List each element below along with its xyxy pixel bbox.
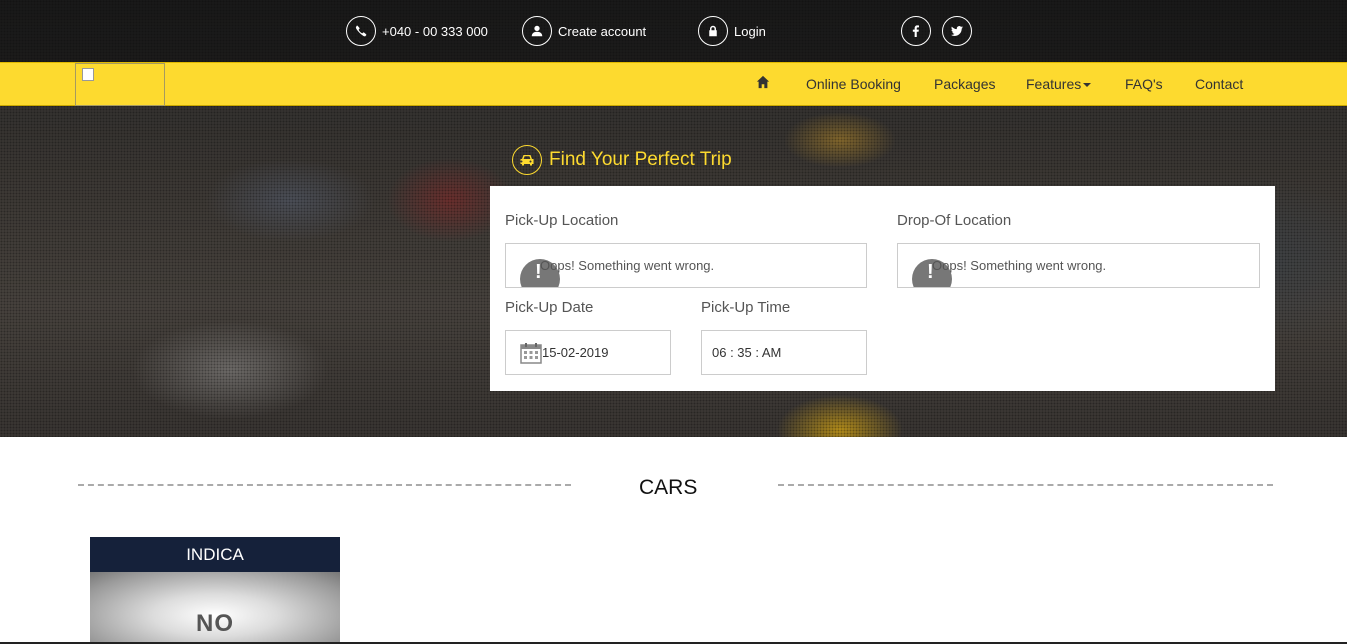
car-name: INDICA [90,537,340,572]
pickup-map-error: Oops! Something went wrong. [540,258,715,273]
section-divider-right [778,484,1273,486]
nav-features[interactable]: Features [1026,76,1092,92]
twitter-link[interactable] [942,16,978,46]
dropoff-location-field[interactable]: Oops! Something went wrong. [897,243,1260,288]
topbar: +040 - 00 333 000 Create account Login [0,0,1347,62]
booking-form: Pick-Up Location Oops! Something went wr… [490,186,1275,391]
lock-icon [698,16,728,46]
nav-contact[interactable]: Contact [1195,76,1243,92]
pickup-time-field[interactable]: 06 : 35 : AM [701,330,867,375]
facebook-link[interactable] [901,16,937,46]
car-image: NO [90,572,340,644]
user-icon [522,16,552,46]
phone-number: +040 - 00 333 000 [382,23,488,39]
pickup-location-label: Pick-Up Location [505,212,619,229]
dropoff-map-error: Oops! Something went wrong. [932,258,1107,273]
pickup-time-label: Pick-Up Time [701,299,791,316]
pickup-date-label: Pick-Up Date [505,299,594,316]
phone-icon [346,16,376,46]
pickup-date-value: 15-02-2019 [542,345,609,360]
pickup-location-field[interactable]: Oops! Something went wrong. [505,243,867,288]
booking-heading: Find Your Perfect Trip [512,145,732,175]
nav-packages[interactable]: Packages [934,76,995,92]
pickup-time-value: 06 : 35 : AM [712,345,782,360]
create-account-link[interactable]: Create account [522,16,646,46]
cars-section-title: CARS [639,476,698,499]
dropoff-location-label: Drop-Of Location [897,212,1012,229]
login-link[interactable]: Login [698,16,766,46]
pickup-date-field[interactable]: 15-02-2019 [505,330,671,375]
site-logo[interactable] [75,63,165,106]
calendar-icon [520,342,542,364]
main-navbar: Online Booking Packages Features FAQ's C… [0,62,1347,106]
nav-faqs[interactable]: FAQ's [1125,76,1163,92]
login-label: Login [734,23,766,39]
booking-title: Find Your Perfect Trip [549,149,732,170]
phone-contact[interactable]: +040 - 00 333 000 [346,16,488,46]
nav-features-label: Features [1026,76,1082,92]
create-account-label: Create account [558,23,647,39]
car-icon [512,145,542,175]
section-divider-left [78,484,571,486]
twitter-icon [942,16,972,46]
nav-online-booking[interactable]: Online Booking [806,76,901,92]
car-image-placeholder-text: NO [196,610,234,637]
home-icon[interactable] [756,75,770,92]
facebook-icon [901,16,931,46]
caret-down-icon [1083,83,1092,88]
car-card-indica[interactable]: INDICA NO [90,537,340,644]
broken-image-icon [82,68,94,81]
